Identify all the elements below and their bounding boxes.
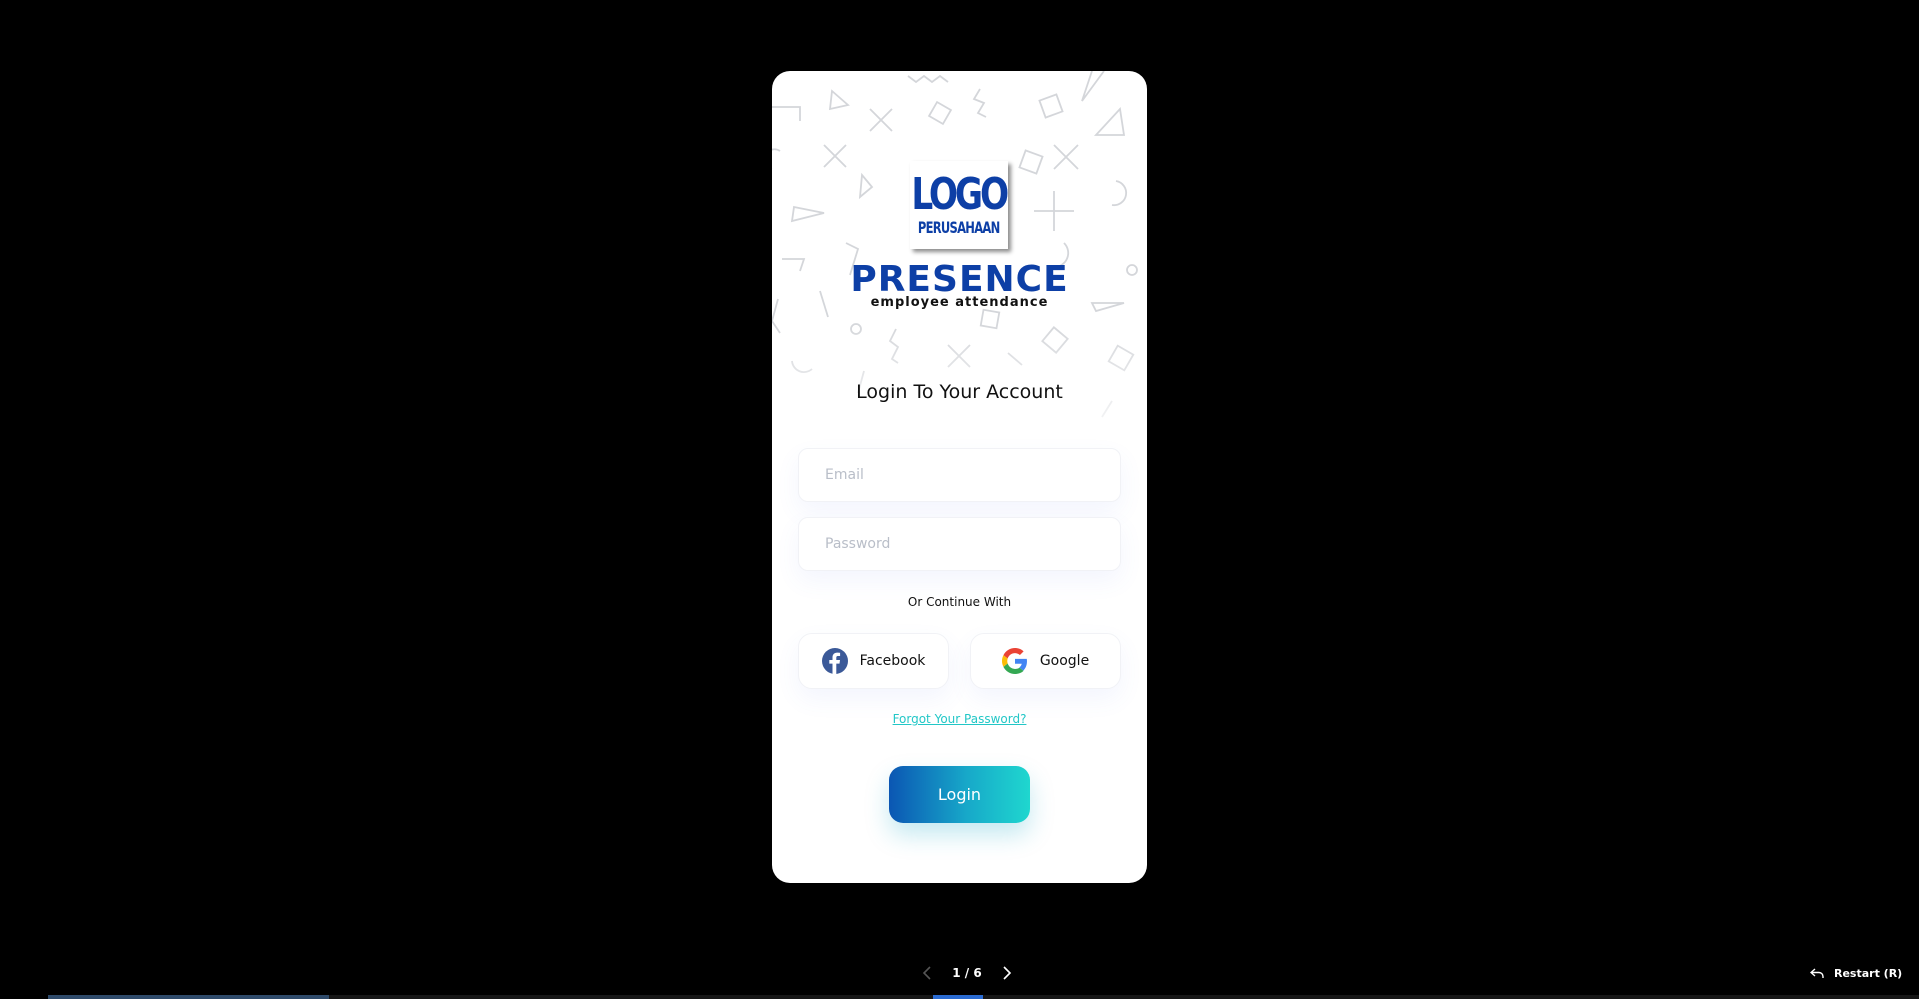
chevron-right-icon bbox=[1003, 966, 1012, 980]
slide-pager: 1 / 6 bbox=[917, 960, 1017, 986]
logo-sub-text: PERUSAHAAN bbox=[918, 218, 1000, 237]
chevron-left-icon bbox=[922, 966, 931, 980]
prototype-stage: LOGO PERUSAHAAN PRESENCE employee attend… bbox=[0, 0, 1919, 999]
company-logo: LOGO PERUSAHAAN bbox=[910, 161, 1010, 249]
next-slide-button[interactable] bbox=[997, 963, 1017, 983]
login-button[interactable]: Login bbox=[889, 766, 1030, 823]
email-input[interactable] bbox=[798, 448, 1121, 502]
login-heading: Login To Your Account bbox=[856, 381, 1063, 403]
restart-button[interactable]: Restart (R) bbox=[1810, 962, 1902, 984]
prev-slide-button[interactable] bbox=[917, 963, 937, 983]
google-icon bbox=[1001, 648, 1027, 674]
facebook-icon bbox=[821, 648, 848, 674]
restart-icon bbox=[1810, 968, 1824, 978]
google-label: Google bbox=[1039, 653, 1090, 669]
page-indicator: 1 / 6 bbox=[952, 966, 982, 980]
facebook-login-button[interactable]: Facebook bbox=[798, 633, 949, 689]
restart-label: Restart (R) bbox=[1834, 966, 1903, 980]
continue-with-label: Or Continue With bbox=[907, 595, 1012, 609]
app-brand-name: PRESENCE bbox=[850, 259, 1069, 300]
mobile-screen: LOGO PERUSAHAAN PRESENCE employee attend… bbox=[772, 71, 1147, 883]
progress-fill bbox=[48, 995, 329, 999]
progress-bar bbox=[48, 995, 1919, 999]
facebook-label: Facebook bbox=[859, 653, 926, 669]
app-tagline: employee attendance bbox=[870, 295, 1049, 310]
logo-main-text: LOGO bbox=[911, 169, 1010, 220]
forgot-password-link[interactable]: Forgot Your Password? bbox=[772, 712, 1147, 726]
google-login-button[interactable]: Google bbox=[970, 633, 1121, 689]
progress-marker bbox=[933, 995, 983, 999]
password-input[interactable] bbox=[798, 517, 1121, 571]
